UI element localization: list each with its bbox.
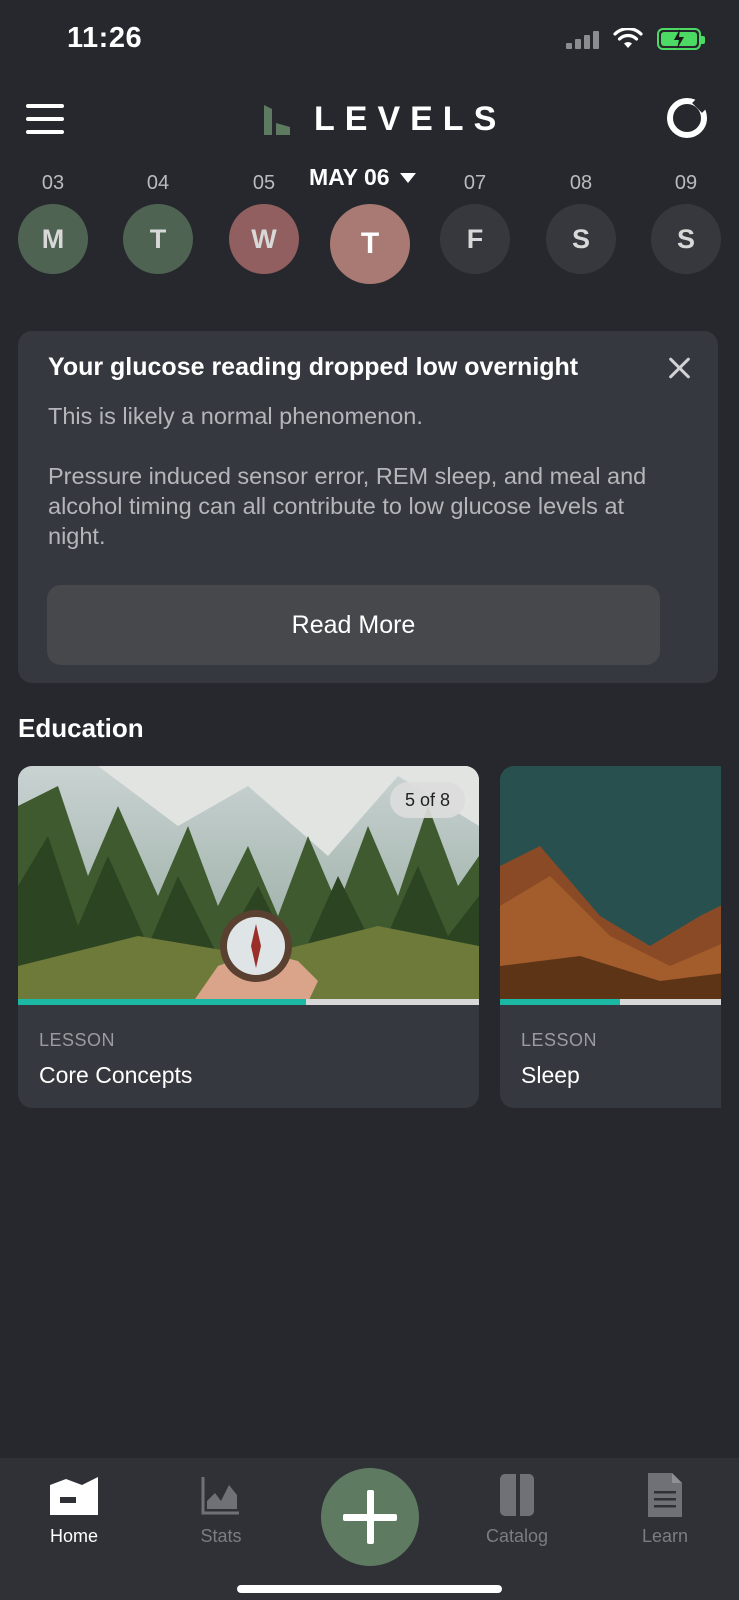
day-circle-selected[interactable]: T — [330, 204, 410, 284]
lesson-progress-bar — [500, 999, 721, 1005]
day-item: 09 S — [646, 168, 726, 274]
lesson-progress-fill — [18, 999, 307, 1005]
day-item-selected: T — [330, 168, 410, 284]
day-circle[interactable]: F — [440, 204, 510, 274]
day-number: 04 — [146, 172, 170, 194]
day-circle[interactable]: S — [546, 204, 616, 274]
cellular-signal-icon — [566, 29, 599, 49]
status-icons — [566, 28, 705, 50]
battery-charging-icon — [657, 28, 705, 50]
ring-icon[interactable] — [667, 98, 707, 138]
tab-stats[interactable]: Stats — [161, 1472, 281, 1547]
lesson-card-sleep[interactable]: LESSON Sleep — [500, 766, 721, 1108]
tab-learn[interactable]: Learn — [605, 1472, 725, 1547]
bottom-tab-bar: Home Stats Catalog Learn — [0, 1458, 739, 1600]
add-button[interactable] — [321, 1468, 419, 1566]
day-item: 05 W — [224, 168, 304, 274]
read-more-button[interactable]: Read More — [47, 585, 660, 665]
lesson-progress-badge: 5 of 8 — [389, 782, 465, 818]
tab-home[interactable]: Home — [14, 1472, 134, 1547]
day-number: 08 — [569, 172, 593, 194]
day-circle[interactable]: S — [651, 204, 721, 274]
stats-chart-icon — [201, 1477, 239, 1515]
wifi-icon — [613, 28, 643, 48]
day-number: 05 — [252, 172, 276, 194]
catalog-icon — [500, 1474, 534, 1516]
levels-logo: LEVELS — [262, 100, 506, 139]
lesson-kind: LESSON — [39, 1030, 116, 1050]
status-time: 11:26 — [67, 22, 143, 54]
close-icon[interactable] — [666, 355, 692, 381]
levels-logo-mark-icon — [264, 104, 290, 135]
lesson-title: Core Concepts — [39, 1062, 193, 1088]
lesson-progress-fill — [500, 999, 620, 1005]
lesson-card-core-concepts[interactable]: 5 of 8 LESSON Core Concepts — [18, 766, 479, 1108]
glucose-alert-card: Your glucose reading dropped low overnig… — [18, 331, 718, 683]
mountain-landscape-photo — [500, 766, 721, 1002]
alert-body-line-1: This is likely a normal phenomenon. — [48, 403, 423, 429]
day-item: 07 F — [435, 168, 515, 274]
status-bar: 11:26 — [0, 0, 739, 80]
lesson-kind: LESSON — [521, 1030, 598, 1050]
tab-label: Home — [49, 1526, 98, 1546]
alert-body-line-2: Pressure induced sensor error, REM sleep… — [48, 463, 647, 549]
day-number: 03 — [41, 172, 65, 194]
tab-catalog[interactable]: Catalog — [457, 1472, 577, 1547]
day-number: 09 — [674, 172, 698, 194]
home-indicator — [237, 1585, 502, 1593]
tab-label: Stats — [200, 1526, 242, 1546]
education-carousel[interactable]: 5 of 8 LESSON Core Concepts LESSON Sleep — [18, 766, 721, 1110]
education-section-title: Education — [18, 713, 144, 743]
app-header: LEVELS — [0, 80, 739, 158]
day-item: 08 S — [541, 168, 621, 274]
lesson-title: Sleep — [521, 1062, 580, 1088]
lesson-progress-bar — [18, 999, 479, 1005]
home-icon — [50, 1477, 98, 1515]
tab-label: Catalog — [485, 1526, 549, 1546]
tab-label: Learn — [641, 1526, 689, 1546]
logo-text: LEVELS — [314, 100, 507, 138]
week-strip: MAY 06 03 M 04 T 05 W T 07 F 08 S 09 S — [0, 158, 739, 298]
alert-title: Your glucose reading dropped low overnig… — [48, 353, 579, 381]
document-icon — [648, 1473, 682, 1517]
hamburger-menu-icon[interactable] — [26, 104, 64, 134]
day-number — [330, 168, 410, 198]
alert-body: This is likely a normal phenomenon. Pres… — [48, 401, 688, 551]
day-number: 07 — [463, 172, 487, 194]
day-item: 03 M — [13, 168, 93, 274]
day-circle[interactable]: M — [18, 204, 88, 274]
day-circle[interactable]: W — [229, 204, 299, 274]
day-item: 04 T — [118, 168, 198, 274]
day-circle[interactable]: T — [123, 204, 193, 274]
